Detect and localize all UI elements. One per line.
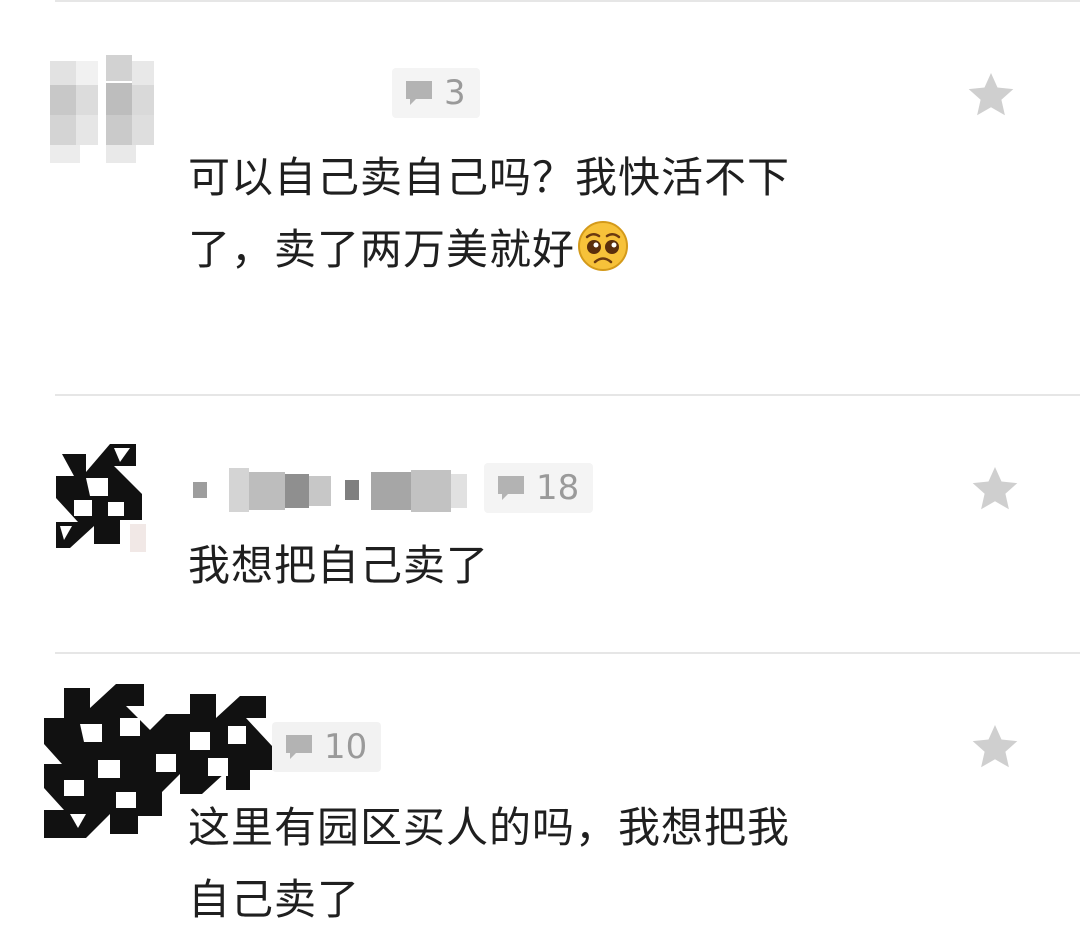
comment-divider [55, 652, 1080, 654]
username-blurred[interactable] [175, 462, 470, 518]
comment-text-line-with-emoji: 了，卖了两万美就好 [188, 214, 888, 286]
reply-count: 18 [536, 468, 580, 508]
reply-count-chip[interactable]: 3 [392, 68, 480, 118]
comment-text: 这里有园区买人的吗，我想把我 自己卖了 [188, 792, 888, 936]
reply-count: 3 [444, 73, 466, 113]
comment-divider [55, 394, 1080, 396]
comment-text: 可以自己卖自己吗？我快活不下 了，卖了两万美就好 [188, 142, 888, 286]
top-divider [55, 0, 1080, 2]
comment-bubble-icon [496, 473, 526, 503]
comment-text: 我想把自己卖了 [188, 530, 888, 602]
comment-text-line: 可以自己卖自己吗？我快活不下 [188, 153, 791, 202]
comment-text-line: 自己卖了 [188, 875, 361, 924]
reply-count-chip[interactable]: 18 [484, 463, 594, 513]
favorite-star-icon[interactable] [966, 70, 1016, 120]
pleading-face-icon [577, 220, 629, 272]
comment-text-line: 了，卖了两万美就好 [188, 225, 576, 274]
reply-count: 10 [324, 727, 368, 767]
favorite-star-icon[interactable] [970, 722, 1020, 772]
avatar[interactable] [50, 436, 146, 552]
comment-bubble-icon [404, 78, 434, 108]
avatar[interactable] [46, 55, 158, 165]
favorite-star-icon[interactable] [970, 464, 1020, 514]
reply-count-chip[interactable]: 10 [272, 722, 382, 772]
comment-text-line: 这里有园区买人的吗，我想把我 [188, 803, 791, 852]
comment-text-line: 我想把自己卖了 [188, 541, 490, 590]
comment-bubble-icon [284, 732, 314, 762]
